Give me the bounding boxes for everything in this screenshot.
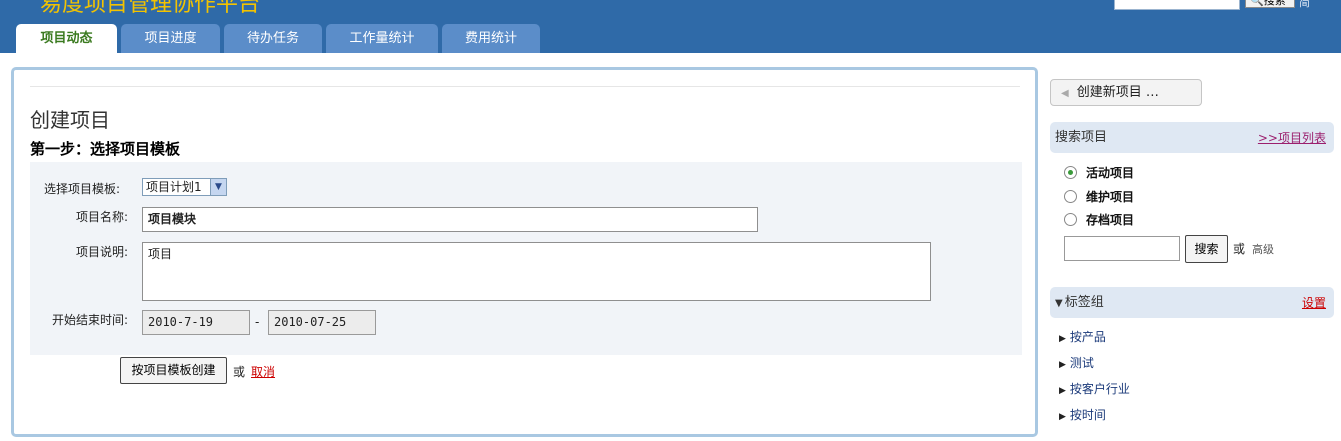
- project-list-link[interactable]: >>项目列表: [1258, 123, 1326, 154]
- tag-item[interactable]: ▶ 按客户行业: [1059, 380, 1130, 397]
- search-projects-title: 搜索项目: [1055, 130, 1108, 145]
- radio-maintenance-projects[interactable]: 维护项目: [1064, 188, 1134, 206]
- triangle-down-icon: ▼: [1055, 298, 1063, 309]
- tab-todo-tasks[interactable]: 待办任务: [224, 24, 322, 53]
- project-name-input[interactable]: 项目模块: [142, 207, 758, 232]
- cancel-link[interactable]: 取消: [251, 363, 275, 380]
- start-date-input[interactable]: 2010-7-19: [142, 310, 250, 335]
- tab-project-progress[interactable]: 项目进度: [121, 24, 220, 53]
- page-title: 创建项目: [30, 108, 110, 132]
- radio-checked-icon: [1064, 166, 1077, 179]
- create-from-template-button[interactable]: 按项目模板创建: [120, 357, 227, 384]
- radio-archived-projects[interactable]: 存档项目: [1064, 211, 1134, 229]
- tag-settings-link[interactable]: 设置: [1302, 288, 1326, 319]
- radio-icon: [1064, 213, 1077, 226]
- tab-cost-stats[interactable]: 费用统计: [442, 24, 540, 53]
- description-label: 项目说明:: [75, 245, 128, 259]
- tab-project-activity[interactable]: 项目动态: [16, 24, 117, 53]
- sidebar-or-text: 或: [1233, 242, 1246, 256]
- radio-icon: [1064, 190, 1077, 203]
- tag-item[interactable]: ▶ 测试: [1059, 354, 1094, 371]
- date-range-label: 开始结束时间:: [51, 313, 128, 327]
- triangle-right-icon: ▶: [1059, 360, 1066, 370]
- divider: [30, 86, 1020, 87]
- create-project-form: 选择项目模板: 项目计划1 ▼ 项目名称: 项目模块 项目说明: 项目 开始结束…: [30, 162, 1022, 355]
- brand-title: 易度项目管理协作平台: [40, 0, 261, 17]
- tag-group-title: ▼ 标签组: [1055, 295, 1104, 310]
- tag-item[interactable]: ▶ 按时间: [1059, 406, 1106, 423]
- triangle-right-icon: ▶: [1059, 412, 1066, 422]
- search-projects-header: 搜索项目 >>项目列表: [1050, 122, 1334, 153]
- step-title: 第一步：选择项目模板: [30, 140, 181, 158]
- sidebar-search-button[interactable]: 搜索: [1185, 235, 1228, 263]
- or-text: 或: [233, 365, 246, 379]
- header-search-button[interactable]: 🔍搜索: [1245, 0, 1295, 8]
- tab-workload-stats[interactable]: 工作量统计: [326, 24, 438, 53]
- radio-active-projects[interactable]: 活动项目: [1064, 164, 1134, 182]
- create-project-panel: 创建项目 第一步：选择项目模板 选择项目模板: 项目计划1 ▼ 项目名称: 项目…: [11, 67, 1038, 437]
- advanced-search-link[interactable]: 高级: [1252, 241, 1274, 257]
- chevron-down-icon: ▼: [210, 179, 226, 195]
- template-label: 选择项目模板:: [44, 182, 121, 196]
- template-select[interactable]: 项目计划1 ▼: [142, 178, 227, 196]
- triangle-left-icon: ◀: [1061, 88, 1069, 99]
- create-new-project-button[interactable]: ◀ 创建新项目 …: [1050, 79, 1202, 106]
- magnifier-icon: 🔍: [1250, 0, 1264, 7]
- header-search-input[interactable]: [1114, 0, 1240, 10]
- date-separator: -: [255, 315, 260, 329]
- end-date-input[interactable]: 2010-07-25: [268, 310, 376, 335]
- sidebar-search-input[interactable]: [1064, 236, 1180, 261]
- top-header: 易度项目管理协作平台 🔍搜索 简 项目动态 项目进度 待办任务 工作量统计 费用…: [0, 0, 1341, 53]
- name-label: 项目名称:: [75, 210, 128, 224]
- header-top-link[interactable]: 简: [1299, 0, 1310, 10]
- tag-group-header[interactable]: ▼ 标签组 设置: [1050, 287, 1334, 318]
- triangle-right-icon: ▶: [1059, 386, 1066, 396]
- tag-item[interactable]: ▶ 按产品: [1059, 328, 1106, 345]
- triangle-right-icon: ▶: [1059, 334, 1066, 344]
- project-description-textarea[interactable]: 项目: [142, 242, 931, 301]
